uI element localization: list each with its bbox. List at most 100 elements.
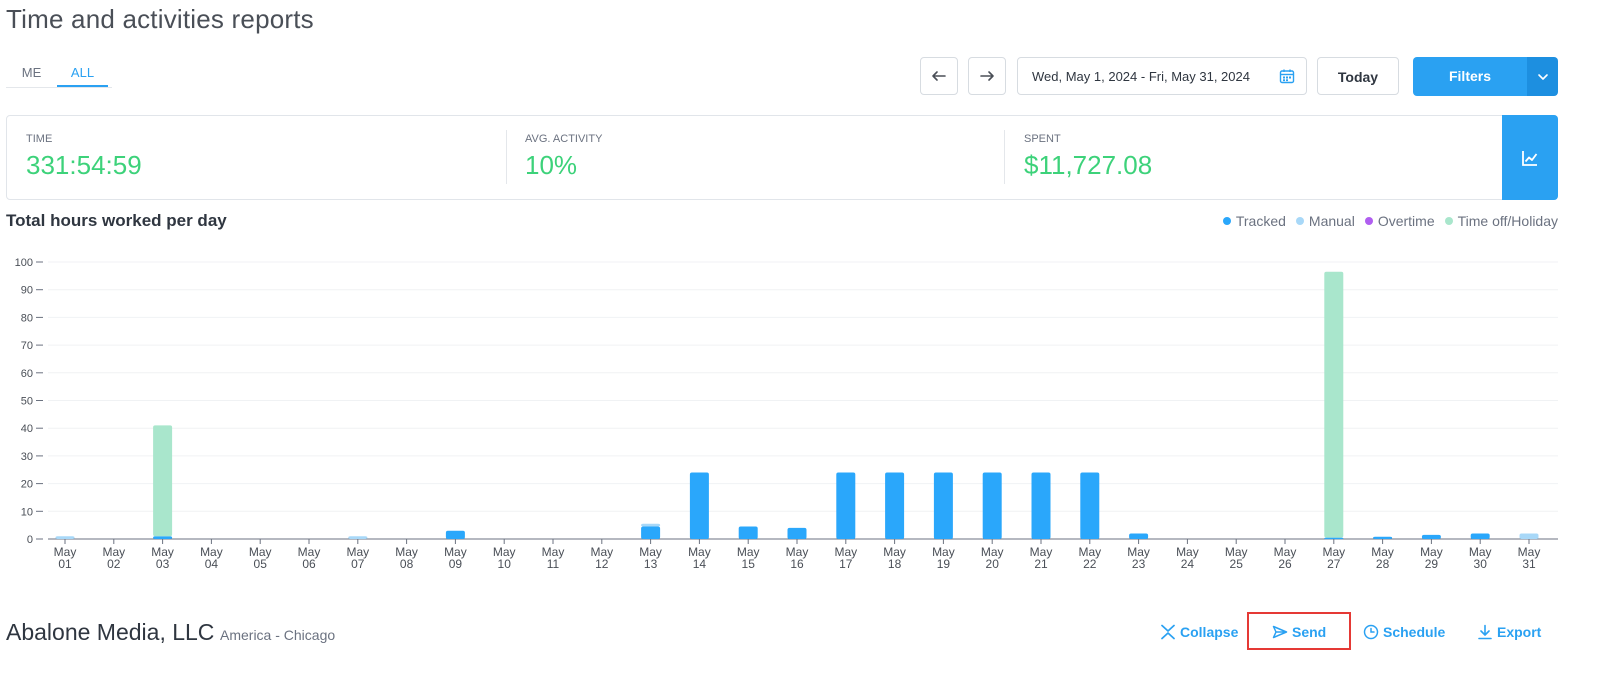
- x-tick-label: 11: [547, 557, 560, 571]
- filters-button[interactable]: Filters: [1413, 57, 1527, 96]
- x-tick-label: 07: [351, 557, 365, 571]
- download-icon: [1478, 624, 1492, 640]
- calendar-icon: [1279, 69, 1295, 84]
- collapse-icon: [1161, 624, 1175, 640]
- bar-tracked-may-29[interactable]: [1421, 534, 1441, 539]
- bar-manual-may-07[interactable]: [348, 536, 368, 539]
- legend-label-manual: Manual: [1308, 213, 1355, 229]
- bar-tracked-may-13[interactable]: [641, 526, 661, 539]
- metric-spent-value: $11,727.08: [1024, 150, 1153, 180]
- arrow-left-icon: [932, 71, 946, 81]
- export-button[interactable]: Export: [1477, 624, 1541, 640]
- metric-spent-label: SPENT: [1024, 133, 1061, 145]
- legend-item-timeoff[interactable]: Time off/Holiday: [1444, 213, 1558, 229]
- schedule-label: Schedule: [1383, 624, 1446, 640]
- x-tick-label: 16: [790, 557, 804, 571]
- chevron-down-icon: [1537, 73, 1548, 80]
- bar-tracked-may-30[interactable]: [1470, 533, 1490, 539]
- metric-activity-value: 10%: [525, 150, 578, 180]
- chart-view-toggle[interactable]: [1502, 115, 1558, 200]
- arrow-right-icon: [980, 71, 994, 81]
- bar-time-off-holiday-may-03[interactable]: [153, 425, 173, 537]
- bar-tracked-may-17[interactable]: [836, 472, 856, 539]
- x-tick-label: 14: [693, 557, 707, 571]
- x-tick-label: 26: [1278, 557, 1292, 571]
- y-tick-label: 40: [21, 423, 33, 435]
- legend-swatch-overtime: [1364, 217, 1373, 225]
- bar-manual-may-31[interactable]: [1519, 533, 1539, 539]
- collapse-button[interactable]: Collapse: [1160, 624, 1238, 640]
- x-tick-label: 02: [107, 557, 121, 571]
- x-tick-label: 09: [449, 557, 463, 571]
- bar-tracked-may-22[interactable]: [1080, 472, 1100, 539]
- bar-tracked-may-15[interactable]: [738, 526, 758, 539]
- date-range-picker[interactable]: Wed, May 1, 2024 - Fri, May 31, 2024: [1017, 57, 1307, 95]
- hours-bar-chart: 0102030405060708090100May01May02May03May…: [15, 257, 1558, 571]
- x-tick-label: 08: [400, 557, 414, 571]
- divider: [1004, 130, 1005, 184]
- y-tick-label: 10: [21, 506, 33, 518]
- legend-swatch-timeoff: [1444, 217, 1453, 225]
- x-tick-label: 28: [1376, 557, 1390, 571]
- legend-item-manual[interactable]: Manual: [1295, 213, 1355, 229]
- bar-manual-may-01[interactable]: [55, 536, 75, 539]
- bar-tracked-may-19[interactable]: [933, 472, 953, 539]
- y-tick-label: 20: [21, 479, 33, 491]
- x-tick-label: 10: [498, 557, 512, 571]
- legend-label-tracked: Tracked: [1235, 213, 1286, 229]
- date-range-text: Wed, May 1, 2024 - Fri, May 31, 2024: [1032, 69, 1250, 84]
- collapse-label: Collapse: [1180, 624, 1239, 640]
- bar-tracked-may-16[interactable]: [787, 527, 807, 539]
- x-tick-label: 23: [1132, 557, 1146, 571]
- x-tick-label: 15: [742, 557, 756, 571]
- bar-tracked-may-21[interactable]: [1031, 472, 1051, 539]
- bar-tracked-may-27[interactable]: [1324, 537, 1344, 540]
- x-tick-label: 20: [986, 557, 1000, 571]
- legend-item-overtime[interactable]: Overtime: [1364, 213, 1435, 229]
- bar-tracked-may-18[interactable]: [885, 472, 905, 539]
- bar-tracked-may-28[interactable]: [1373, 536, 1393, 539]
- legend-swatch-tracked: [1222, 217, 1231, 225]
- tab-all[interactable]: ALL: [57, 58, 108, 87]
- today-button[interactable]: Today: [1317, 57, 1399, 95]
- send-icon: [1272, 625, 1288, 639]
- page-title: Time and activities reports: [6, 4, 314, 34]
- x-tick-label: 06: [302, 557, 316, 571]
- line-chart-icon: [1522, 150, 1538, 166]
- company-timezone: America - Chicago: [220, 627, 336, 643]
- x-tick-label: 21: [1034, 557, 1048, 571]
- x-tick-label: 12: [595, 557, 609, 571]
- next-period-button[interactable]: [968, 57, 1006, 95]
- y-tick-label: 70: [21, 340, 33, 352]
- filters-dropdown-toggle[interactable]: [1527, 57, 1558, 96]
- bar-tracked-may-14[interactable]: [689, 472, 709, 539]
- previous-period-button[interactable]: [920, 57, 958, 95]
- tab-me[interactable]: ME: [6, 58, 57, 87]
- bar-tracked-may-23[interactable]: [1129, 533, 1149, 539]
- metric-activity-label: AVG. ACTIVITY: [525, 133, 603, 145]
- bar-tracked-may-09[interactable]: [445, 530, 465, 539]
- chart-title: Total hours worked per day: [6, 211, 227, 230]
- y-tick-label: 90: [21, 285, 33, 297]
- bar-tracked-may-03[interactable]: [153, 536, 173, 539]
- x-tick-label: 27: [1327, 557, 1341, 571]
- metric-time-value: 331:54:59: [26, 150, 142, 180]
- y-tick-label: 30: [21, 451, 33, 463]
- schedule-button[interactable]: Schedule: [1363, 624, 1445, 640]
- y-tick-label: 60: [21, 368, 33, 380]
- bar-tracked-may-20[interactable]: [982, 472, 1002, 539]
- x-tick-label: 03: [156, 557, 170, 571]
- x-tick-label: 05: [254, 557, 268, 571]
- x-tick-label: 24: [1181, 557, 1195, 571]
- send-button[interactable]: Send: [1272, 624, 1326, 640]
- bar-time-off-holiday-may-27[interactable]: [1324, 271, 1344, 538]
- x-tick-label: 17: [839, 557, 853, 571]
- send-label: Send: [1292, 624, 1327, 640]
- metric-time-label: TIME: [26, 133, 53, 145]
- x-tick-label: 25: [1230, 557, 1244, 571]
- x-tick-label: 13: [644, 557, 658, 571]
- bar-manual-may-13[interactable]: [641, 523, 661, 527]
- x-tick-label: 19: [937, 557, 951, 571]
- y-tick-label: 50: [21, 396, 33, 408]
- legend-item-tracked[interactable]: Tracked: [1222, 213, 1286, 229]
